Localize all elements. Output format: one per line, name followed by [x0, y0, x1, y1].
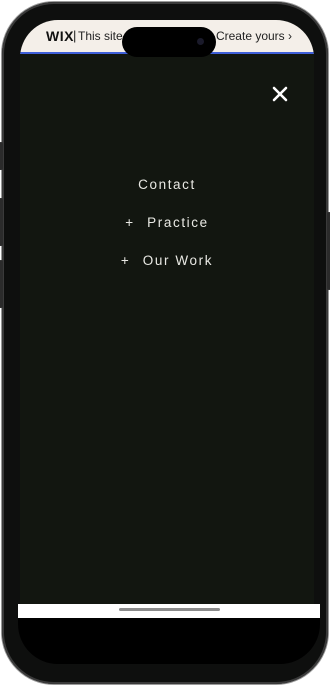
- action-button: [0, 142, 3, 170]
- screen: WIX | This site Create yours › Contact +…: [20, 20, 314, 624]
- create-yours-link[interactable]: Create yours ›: [216, 29, 292, 43]
- volume-up-button: [0, 198, 3, 246]
- expand-plus-icon[interactable]: +: [121, 253, 129, 268]
- camera-icon: [197, 38, 204, 45]
- menu-item-label: Practice: [147, 215, 209, 230]
- phone-chin: [18, 618, 320, 664]
- phone-frame: WIX | This site Create yours › Contact +…: [0, 2, 330, 684]
- wix-banner-message: This site: [78, 29, 123, 43]
- menu-item-practice[interactable]: + Practice: [20, 215, 314, 230]
- close-icon: [272, 86, 288, 102]
- menu-item-label: Our Work: [142, 253, 214, 268]
- menu-item-label: Contact: [138, 177, 196, 192]
- close-menu-button[interactable]: [270, 84, 290, 104]
- menu-item-our-work[interactable]: + Our Work: [20, 253, 314, 268]
- wix-logo: WIX: [46, 28, 74, 44]
- expand-plus-icon[interactable]: +: [125, 215, 133, 230]
- dynamic-island: [122, 27, 216, 57]
- home-indicator[interactable]: [119, 608, 220, 611]
- bottom-safe-area: [18, 604, 320, 618]
- volume-down-button: [0, 260, 3, 308]
- wix-separator: |: [73, 28, 77, 43]
- menu-item-contact[interactable]: Contact: [20, 177, 314, 192]
